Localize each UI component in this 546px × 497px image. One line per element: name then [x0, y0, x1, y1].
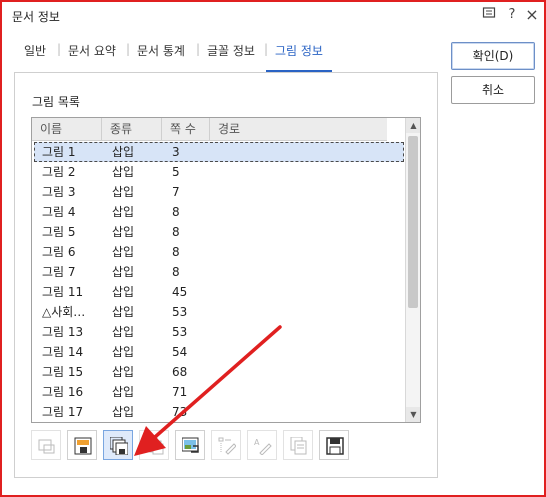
cell-page: 45 [172, 285, 188, 299]
column-header-path[interactable]: 경로 [210, 118, 387, 140]
cell-page: 8 [172, 265, 180, 279]
cell-page: 5 [172, 165, 180, 179]
picture-properties-icon [211, 430, 241, 460]
window-title: 문서 정보 [12, 10, 60, 24]
tab-document-statistics[interactable]: 문서 통계 [137, 42, 185, 59]
column-header-page[interactable]: 쪽 수 [162, 118, 210, 140]
table-row[interactable]: 그림 13 삽입 53 [34, 322, 404, 342]
table-row[interactable]: 그림 1 삽입 3 [34, 142, 404, 162]
vertical-scrollbar[interactable]: ▲ ▼ [405, 118, 420, 422]
cell-page: 54 [172, 345, 188, 359]
cell-type: 삽입 [112, 145, 135, 159]
copy-icon [283, 430, 313, 460]
ok-button[interactable]: 확인(D) [451, 42, 535, 70]
table-row[interactable]: 그림 3 삽입 7 [34, 182, 404, 202]
table-row[interactable]: 그림 16 삽입 71 [34, 382, 404, 402]
help-icon[interactable]: ? [503, 6, 521, 24]
cell-page: 68 [172, 365, 188, 379]
cell-name: 그림 14 [42, 345, 84, 359]
copy-pictures-icon [139, 430, 169, 460]
cell-type: 삽입 [112, 325, 135, 339]
column-header-name[interactable]: 이름 [32, 118, 102, 140]
list-header: 이름 종류 쪽 수 경로 [32, 118, 387, 141]
cell-type: 삽입 [112, 365, 135, 379]
cell-page: 73 [172, 405, 188, 419]
table-row[interactable]: 그림 17 삽입 73 [34, 402, 404, 422]
cell-type: 삽입 [112, 285, 135, 299]
cell-type: 삽입 [112, 185, 135, 199]
cell-type: 삽입 [112, 345, 135, 359]
table-row[interactable]: 그림 5 삽입 8 [34, 222, 404, 242]
cell-name: 그림 7 [42, 265, 76, 279]
table-row[interactable]: 그림 6 삽입 8 [34, 242, 404, 262]
insert-picture-icon [31, 430, 61, 460]
column-header-type[interactable]: 종류 [102, 118, 162, 140]
save-all-pictures-icon[interactable] [103, 430, 133, 460]
picture-list[interactable]: 이름 종류 쪽 수 경로 그림 1 삽입 3 그림 2 삽입 5 그림 3 삽입 7 그림 4 삽입… [31, 117, 421, 423]
change-picture-icon[interactable] [175, 430, 205, 460]
cell-name: 그림 5 [42, 225, 76, 239]
table-row[interactable]: 그림 4 삽입 8 [34, 202, 404, 222]
title-bar: 문서 정보 ? × [2, 2, 544, 28]
close-icon[interactable]: × [523, 6, 541, 24]
tab-picture-info[interactable]: 그림 정보 [275, 42, 323, 59]
cell-name: 그림 1 [42, 145, 76, 159]
table-row[interactable]: 그림 2 삽입 5 [34, 162, 404, 182]
cell-name: 그림 2 [42, 165, 76, 179]
cell-type: 삽입 [112, 205, 135, 219]
cell-type: 삽입 [112, 405, 135, 419]
svg-text:A: A [254, 438, 260, 447]
cancel-button[interactable]: 취소 [451, 76, 535, 104]
cell-name: 그림 6 [42, 245, 76, 259]
table-row[interactable]: 그림 14 삽입 54 [34, 342, 404, 362]
cell-type: 삽입 [112, 265, 135, 279]
tab-general[interactable]: 일반 [24, 42, 46, 59]
save-icon[interactable] [319, 430, 349, 460]
cell-type: 삽입 [112, 385, 135, 399]
scroll-up-icon[interactable]: ▲ [406, 118, 420, 133]
cell-type: 삽입 [112, 245, 135, 259]
table-row[interactable]: 그림 11 삽입 45 [34, 282, 404, 302]
cell-name: 그림 15 [42, 365, 84, 379]
table-row[interactable]: 그림 7 삽입 8 [34, 262, 404, 282]
dialog-menu-icon[interactable] [480, 6, 498, 24]
tab-separator: | [57, 42, 62, 56]
cell-name: 그림 16 [42, 385, 84, 399]
cell-name: 그림 13 [42, 325, 84, 339]
rename-icon: A [247, 430, 277, 460]
scroll-thumb[interactable] [408, 136, 418, 308]
tab-separator: | [126, 42, 131, 56]
tab-font-info[interactable]: 글꼴 정보 [207, 42, 255, 59]
picture-list-label: 그림 목록 [32, 95, 80, 109]
table-row[interactable]: 그림 15 삽입 68 [34, 362, 404, 382]
tab-separator: | [264, 42, 269, 56]
cell-page: 8 [172, 225, 180, 239]
cell-name: 그림 11 [42, 285, 84, 299]
cell-name: △사회… [42, 305, 86, 319]
scroll-down-icon[interactable]: ▼ [406, 407, 420, 422]
cell-name: 그림 4 [42, 205, 76, 219]
cell-type: 삽입 [112, 225, 135, 239]
tab-document-summary[interactable]: 문서 요약 [68, 42, 116, 59]
cell-name: 그림 17 [42, 405, 84, 419]
cell-page: 7 [172, 185, 180, 199]
cell-type: 삽입 [112, 165, 135, 179]
tab-separator: | [196, 42, 201, 56]
cell-page: 53 [172, 325, 188, 339]
cell-name: 그림 3 [42, 185, 76, 199]
cell-page: 8 [172, 205, 180, 219]
embed-picture-icon[interactable] [67, 430, 97, 460]
cell-page: 8 [172, 245, 180, 259]
table-row[interactable]: △사회… 삽입 53 [34, 302, 404, 322]
cell-page: 71 [172, 385, 188, 399]
cell-page: 53 [172, 305, 188, 319]
cell-page: 3 [172, 145, 180, 159]
cell-type: 삽입 [112, 305, 135, 319]
